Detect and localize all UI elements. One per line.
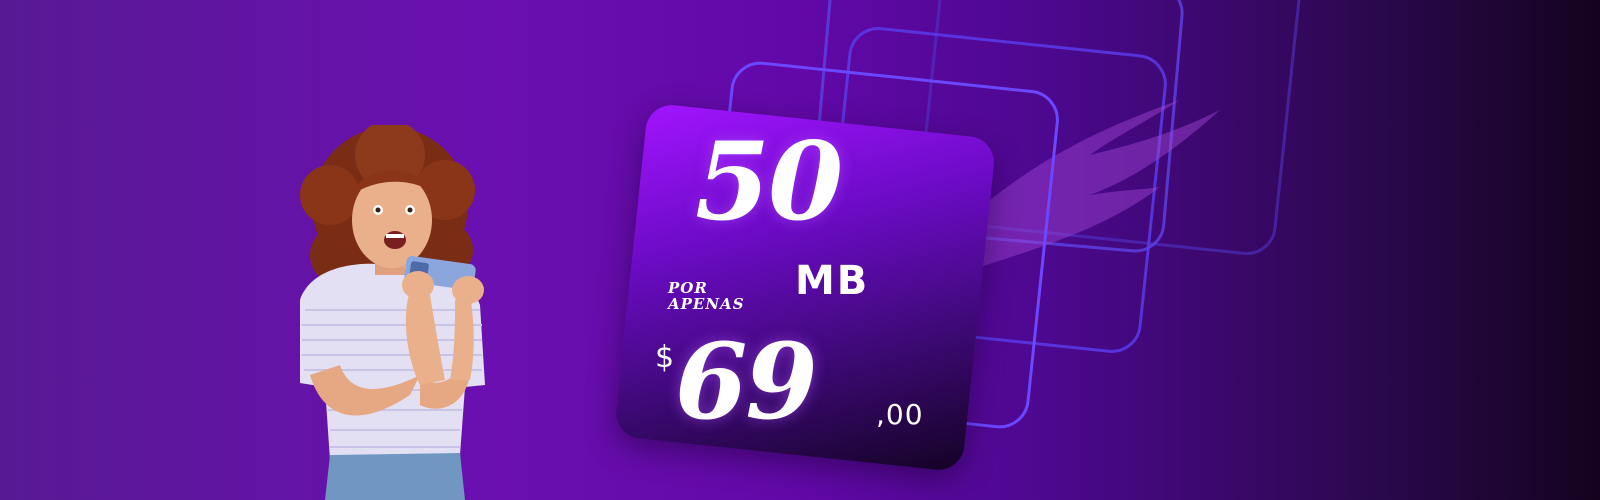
currency-symbol: $ (655, 340, 675, 375)
data-unit: MB (795, 258, 870, 304)
price-integer: 69 (675, 320, 818, 443)
person-with-phone-image (300, 125, 485, 500)
price-decimal: ,00 (876, 398, 924, 431)
data-amount: 50 (695, 119, 843, 245)
promo-text: POR APENAS (668, 279, 745, 313)
promo-banner: 50 MB POR APENAS $ 69 ,00 (0, 0, 1600, 500)
